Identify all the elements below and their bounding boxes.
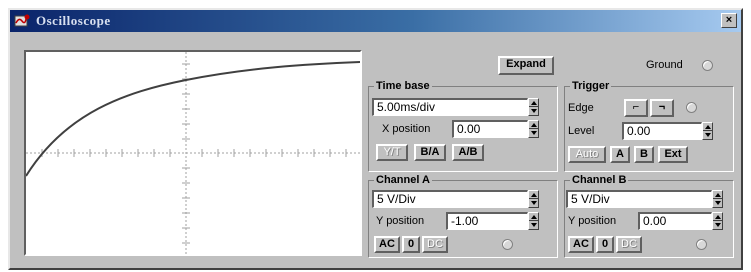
title-bar[interactable]: Oscilloscope × [10, 10, 741, 32]
channel-a-ypos-field[interactable]: -1.00 [446, 212, 528, 230]
scope-screen [24, 50, 362, 256]
trigger-title: Trigger [570, 80, 612, 92]
mode-ba-button[interactable]: B/A [414, 144, 446, 161]
channel-a-dc-button[interactable]: DC [422, 236, 448, 253]
xposition-field[interactable]: 0.00 [452, 120, 528, 138]
timebase-title: Time base [374, 80, 432, 92]
channel-a-ac-button[interactable]: AC [374, 236, 400, 253]
trigger-ext-button[interactable]: Ext [658, 146, 688, 163]
channel-b-input-terminal[interactable] [696, 239, 707, 250]
channel-a-zero-button[interactable]: 0 [402, 236, 420, 253]
channel-a-scale-field[interactable]: 5 V/Div [372, 190, 528, 208]
expand-button[interactable]: Expand [498, 56, 554, 75]
trigger-level-field[interactable]: 0.00 [622, 122, 702, 140]
trigger-level-spinner[interactable] [702, 122, 713, 140]
trigger-indicator [686, 102, 697, 113]
timebase-scale-spinner[interactable] [528, 98, 539, 116]
rising-edge-button[interactable]: ⌐ [624, 99, 648, 117]
channel-b-ac-button[interactable]: AC [568, 236, 594, 253]
channel-b-title: Channel B [570, 174, 629, 186]
window-title: Oscilloscope [36, 13, 111, 28]
oscilloscope-app-icon [14, 13, 30, 29]
channel-b-ypos-field[interactable]: 0.00 [638, 212, 712, 230]
channel-b-ypos-spinner[interactable] [712, 212, 723, 230]
channel-a-scale-spinner[interactable] [528, 190, 539, 208]
falling-edge-button[interactable]: ¬ [650, 99, 674, 117]
channel-b-zero-button[interactable]: 0 [596, 236, 614, 253]
close-button[interactable]: × [721, 13, 737, 28]
ground-terminal[interactable] [702, 60, 713, 71]
mode-yt-button[interactable]: Y/T [376, 144, 408, 161]
channel-b-ypos-label: Y position [568, 215, 617, 227]
xposition-spinner[interactable] [528, 120, 539, 138]
channel-b-scale-spinner[interactable] [712, 190, 723, 208]
channel-a-ypos-label: Y position [376, 215, 425, 227]
scope-graticule [26, 52, 360, 254]
trigger-auto-button[interactable]: Auto [568, 146, 606, 163]
channel-a-ypos-spinner[interactable] [528, 212, 539, 230]
channel-a-input-terminal[interactable] [502, 239, 513, 250]
mode-ab-button[interactable]: A/B [452, 144, 484, 161]
channel-b-scale-field[interactable]: 5 V/Div [566, 190, 712, 208]
waveform-trace [26, 61, 360, 177]
trigger-a-button[interactable]: A [610, 146, 630, 163]
edge-label: Edge [568, 102, 594, 114]
trigger-b-button[interactable]: B [634, 146, 654, 163]
channel-b-dc-button[interactable]: DC [616, 236, 642, 253]
ground-label: Ground [646, 59, 683, 71]
oscilloscope-window: Oscilloscope × Expand Ground Time base 5… [8, 8, 743, 270]
channel-a-title: Channel A [374, 174, 432, 186]
xposition-label: X position [382, 123, 431, 135]
timebase-scale-field[interactable]: 5.00ms/div [372, 98, 528, 116]
level-label: Level [568, 125, 595, 137]
